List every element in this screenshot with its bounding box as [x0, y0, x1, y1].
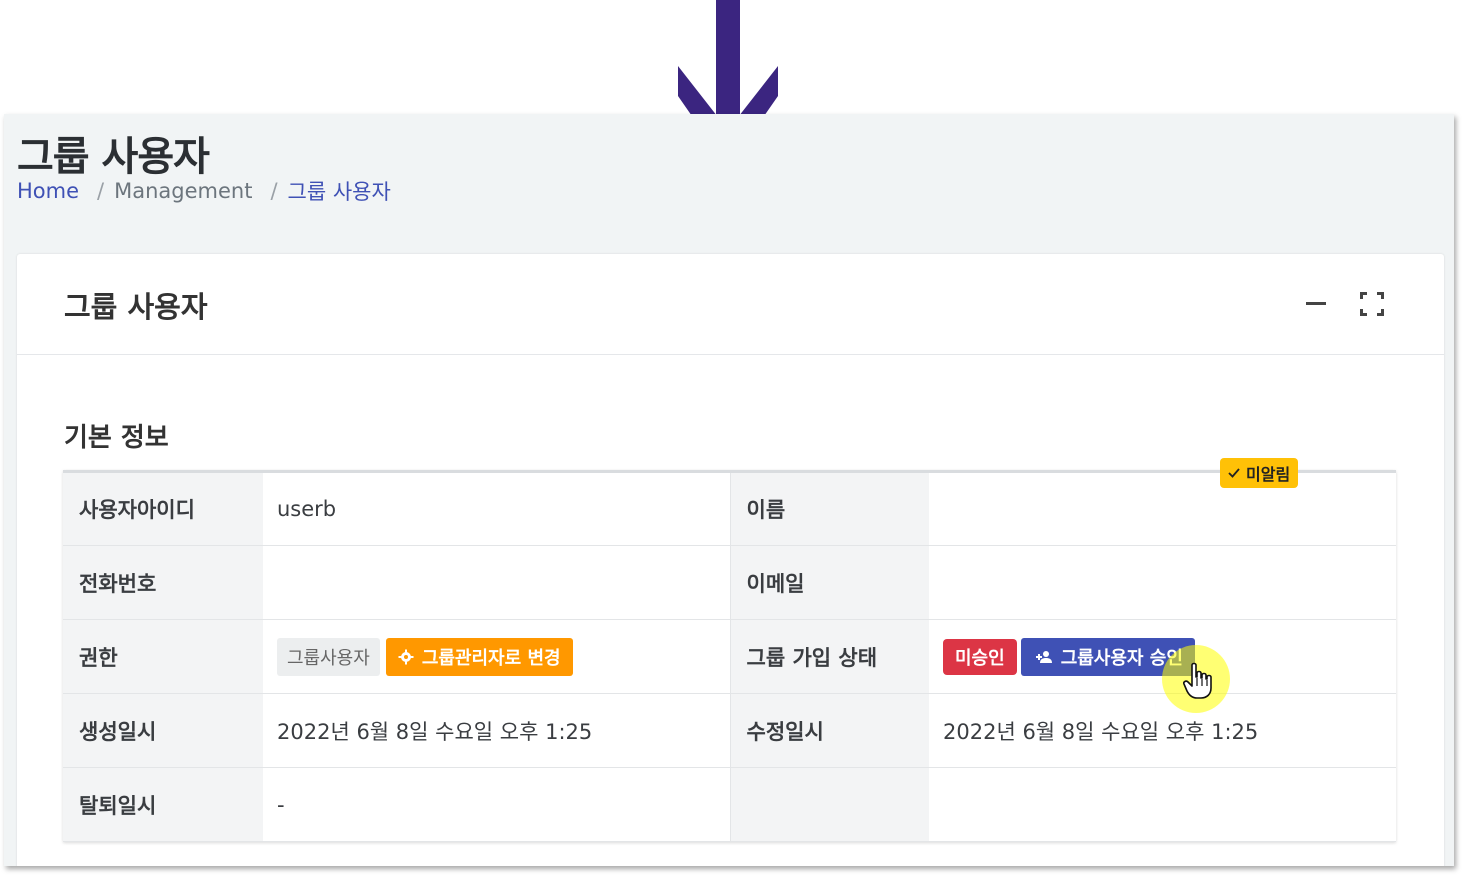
minimize-icon[interactable] [1306, 302, 1326, 305]
hand-cursor-icon [1183, 662, 1212, 699]
user-id-value: userb [263, 471, 730, 546]
unapproved-badge: 미승인 [943, 638, 1017, 675]
role-value-chip: 그룹사용자 [277, 637, 380, 676]
email-value [929, 545, 1396, 620]
modified-label: 수정일시 [729, 693, 929, 768]
withdrawn-value: - [263, 767, 730, 842]
modified-value: 2022년 6월 8일 수요일 오후 1:25 [929, 693, 1396, 768]
created-value: 2022년 6월 8일 수요일 오후 1:25 [263, 693, 730, 768]
change-to-admin-button[interactable]: 그룹관리자로 변경 [385, 637, 573, 676]
role-label: 권한 [63, 619, 263, 694]
withdrawn-label: 탈퇴일시 [63, 767, 263, 842]
app-window: 그룹 사용자 Home / Management / 그룹 사용자 그룹 사용자… [4, 114, 1454, 866]
gear-icon [398, 649, 414, 664]
name-value [929, 471, 1396, 546]
group-user-card: 그룹 사용자 기본 정보 사용자아이디 userb 이름 전화번호 이메일 권한… [17, 254, 1444, 866]
empty-label [729, 767, 929, 842]
section-title: 기본 정보 [64, 423, 169, 453]
user-add-icon [1035, 650, 1052, 663]
breadcrumb-separator: / [97, 179, 105, 203]
created-label: 생성일시 [63, 693, 263, 768]
empty-value [929, 767, 1396, 842]
table-row: 전화번호 이메일 [63, 545, 1396, 620]
email-notify-badge: 미알림 [1220, 458, 1299, 488]
check-icon [1228, 468, 1240, 478]
name-label: 이름 [729, 471, 929, 546]
email-notify-label: 미알림 [1246, 465, 1291, 484]
card-title: 그룹 사용자 [64, 290, 208, 324]
table-row: 탈퇴일시 - [63, 767, 1396, 842]
phone-value [263, 545, 730, 620]
role-cell: 그룹사용자 그룹관리자로 변경 [263, 619, 730, 694]
breadcrumb-separator: / [270, 179, 278, 203]
card-header: 그룹 사용자 [17, 254, 1444, 355]
breadcrumb-home[interactable]: Home [17, 179, 79, 203]
expand-icon[interactable] [1360, 292, 1384, 316]
change-to-admin-label: 그룹관리자로 변경 [421, 647, 561, 669]
join-status-label: 그룹 가입 상태 [729, 619, 929, 694]
phone-label: 전화번호 [63, 545, 263, 620]
page-title: 그룹 사용자 [17, 134, 210, 180]
email-label: 이메일 [729, 545, 929, 620]
breadcrumb: Home / Management / 그룹 사용자 [17, 176, 391, 206]
breadcrumb-management[interactable]: Management [114, 179, 252, 203]
breadcrumb-current: 그룹 사용자 [287, 180, 391, 204]
table-row: 사용자아이디 userb 이름 [63, 471, 1396, 546]
user-id-label: 사용자아이디 [63, 471, 263, 546]
